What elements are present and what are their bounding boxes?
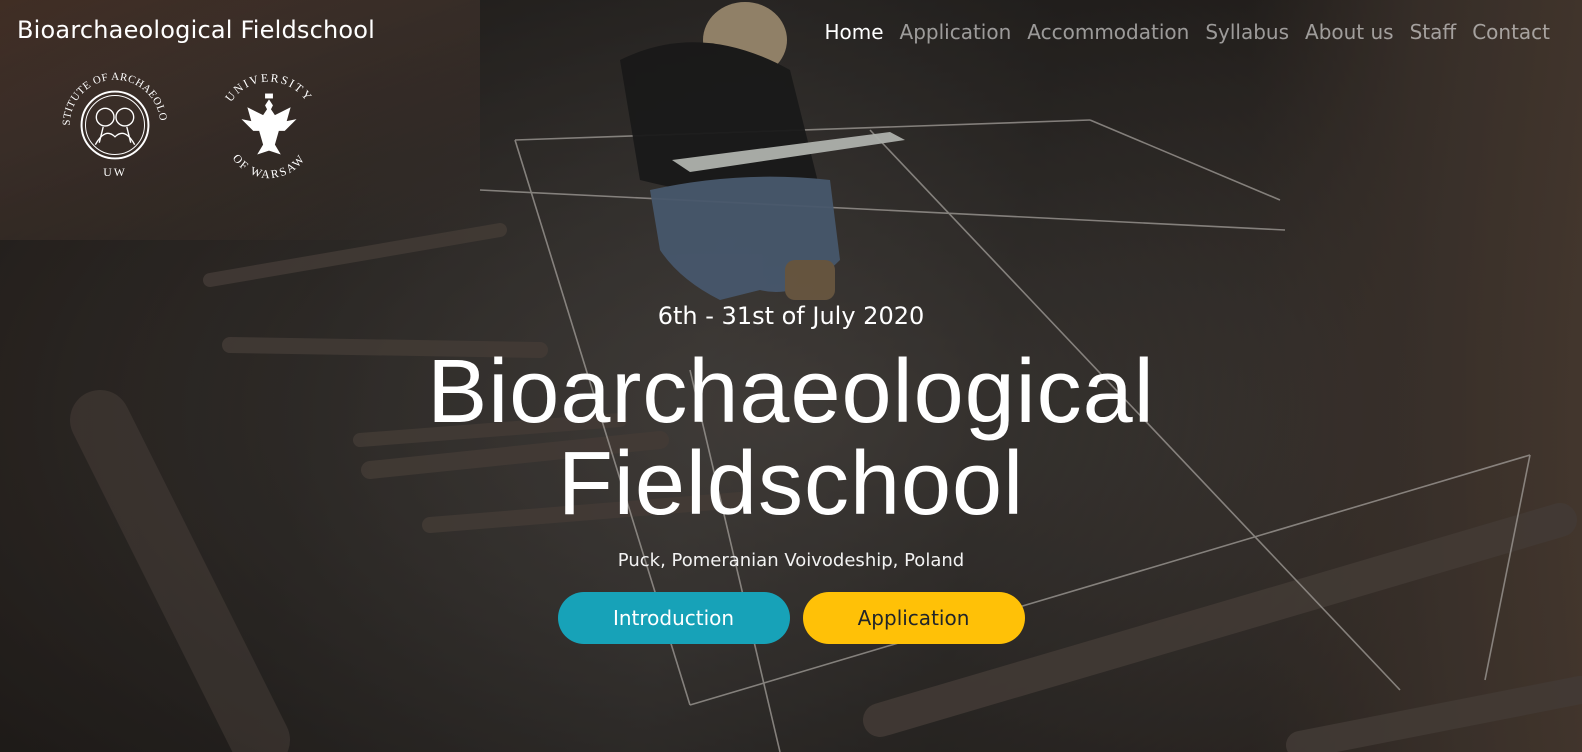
nav-about-us[interactable]: About us xyxy=(1297,20,1402,44)
event-dates: 6th - 31st of July 2020 xyxy=(657,302,925,330)
svg-text:OF WARSAW: OF WARSAW xyxy=(230,151,308,181)
institute-logo-text-bottom: UW xyxy=(103,165,127,179)
university-of-warsaw-logo[interactable]: UNIVERSITY OF WARSAW xyxy=(210,66,328,184)
nav-accommodation[interactable]: Accommodation xyxy=(1019,20,1197,44)
title-line-2: Fieldschool xyxy=(557,434,1025,534)
hero-content: 6th - 31st of July 2020 Bioarchaeologica… xyxy=(0,292,1582,644)
nav-contact[interactable]: Contact xyxy=(1464,20,1558,44)
nav-staff[interactable]: Staff xyxy=(1402,20,1465,44)
svg-text:UNIVERSITY: UNIVERSITY xyxy=(222,71,316,105)
application-button[interactable]: Application xyxy=(802,592,1025,644)
nav-application[interactable]: Application xyxy=(892,20,1020,44)
institute-of-archaeology-logo[interactable]: INSTITUTE OF ARCHAEOLOGY UW xyxy=(56,66,174,184)
introduction-button[interactable]: Introduction xyxy=(557,592,790,644)
event-location: Puck, Pomeranian Voivodeship, Poland xyxy=(617,550,965,571)
hero-buttons: Introduction Application xyxy=(0,592,1582,644)
page-title: Bioarchaeological Fieldschool xyxy=(0,346,1582,530)
hero-background: Bioarchaeological Fieldschool Home Appli… xyxy=(0,0,1582,752)
university-logo-text-top: UNIVERSITY xyxy=(222,71,314,105)
logo-row: INSTITUTE OF ARCHAEOLOGY UW UNIVERSITY O… xyxy=(56,66,328,184)
nav-syllabus[interactable]: Syllabus xyxy=(1197,20,1297,44)
university-logo-text-bottom: OF WARSAW xyxy=(230,151,306,181)
title-line-1: Bioarchaeological xyxy=(427,342,1155,442)
top-navbar: Bioarchaeological Fieldschool Home Appli… xyxy=(0,0,1582,64)
eagle-icon xyxy=(241,93,297,155)
brand-link[interactable]: Bioarchaeological Fieldschool xyxy=(17,16,375,44)
main-nav: Home Application Accommodation Syllabus … xyxy=(816,20,1558,44)
nav-home[interactable]: Home xyxy=(816,20,891,44)
